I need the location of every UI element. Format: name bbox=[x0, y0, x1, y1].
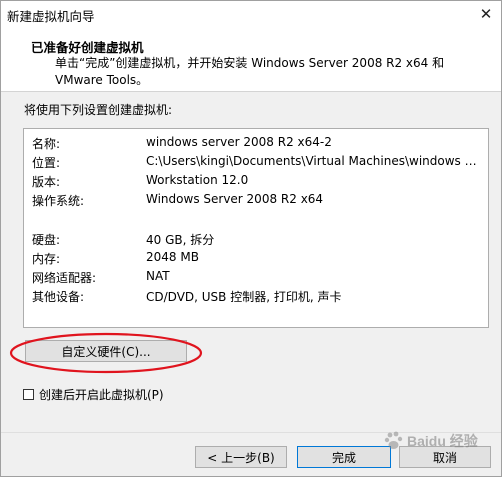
summary-key: 名称: bbox=[32, 137, 61, 151]
settings-prompt: 将使用下列设置创建虚拟机: bbox=[24, 103, 173, 117]
summary-value: NAT bbox=[146, 269, 170, 283]
power-on-checkbox-label: 创建后开启此虚拟机(P) bbox=[39, 387, 164, 402]
summary-row-disk: 硬盘: 40 GB, 拆分 bbox=[32, 231, 487, 249]
settings-summary-box: 名称: windows server 2008 R2 x64-2 位置: C:\… bbox=[23, 128, 489, 328]
title-bar: 新建虚拟机向导 ✕ bbox=[1, 1, 501, 27]
summary-key: 操作系统: bbox=[32, 194, 85, 208]
customize-hardware-button[interactable]: 自定义硬件(C)... bbox=[25, 340, 187, 362]
summary-key: 网络适配器: bbox=[32, 271, 97, 285]
header-title: 已准备好创建虚拟机 bbox=[31, 40, 144, 55]
summary-key: 其他设备: bbox=[32, 290, 85, 304]
summary-row-network: 网络适配器: NAT bbox=[32, 269, 487, 287]
cancel-button[interactable]: 取消 bbox=[399, 446, 491, 468]
summary-row-location: 位置: C:\Users\kingi\Documents\Virtual Mac… bbox=[32, 154, 487, 172]
summary-row-os: 操作系统: Windows Server 2008 R2 x64 bbox=[32, 192, 487, 210]
header-description: 单击“完成”创建虚拟机，并开始安装 Windows Server 2008 R2… bbox=[55, 56, 445, 87]
summary-row-other-devices: 其他设备: CD/DVD, USB 控制器, 打印机, 声卡 bbox=[32, 288, 487, 306]
summary-value: Windows Server 2008 R2 x64 bbox=[146, 192, 324, 206]
summary-row-version: 版本: Workstation 12.0 bbox=[32, 173, 487, 191]
summary-key: 硬盘: bbox=[32, 233, 61, 247]
summary-value: windows server 2008 R2 x64-2 bbox=[146, 135, 332, 149]
wizard-footer: < 上一步(B) 完成 取消 bbox=[1, 432, 501, 476]
back-button[interactable]: < 上一步(B) bbox=[195, 446, 287, 468]
summary-row-name: 名称: windows server 2008 R2 x64-2 bbox=[32, 135, 487, 153]
power-on-checkbox[interactable] bbox=[23, 388, 34, 400]
summary-value: Workstation 12.0 bbox=[146, 173, 249, 187]
power-on-checkbox-row[interactable]: 创建后开启此虚拟机(P) bbox=[23, 386, 164, 402]
summary-key: 位置: bbox=[32, 156, 61, 170]
summary-value: 2048 MB bbox=[146, 250, 199, 264]
close-icon[interactable]: ✕ bbox=[471, 1, 501, 27]
new-vm-wizard-window: 新建虚拟机向导 ✕ 已准备好创建虚拟机 单击“完成”创建虚拟机，并开始安装 Wi… bbox=[0, 0, 502, 477]
window-title: 新建虚拟机向导 bbox=[7, 9, 95, 24]
finish-button[interactable]: 完成 bbox=[297, 446, 391, 468]
wizard-body: 将使用下列设置创建虚拟机: 名称: windows server 2008 R2… bbox=[1, 92, 501, 432]
summary-value: CD/DVD, USB 控制器, 打印机, 声卡 bbox=[146, 290, 342, 304]
summary-value: C:\Users\kingi\Documents\Virtual Machine… bbox=[146, 154, 482, 168]
summary-value: 40 GB, 拆分 bbox=[146, 233, 215, 247]
summary-key: 内存: bbox=[32, 252, 61, 266]
summary-row-memory: 内存: 2048 MB bbox=[32, 250, 487, 268]
summary-key: 版本: bbox=[32, 175, 61, 189]
wizard-header: 已准备好创建虚拟机 单击“完成”创建虚拟机，并开始安装 Windows Serv… bbox=[1, 27, 501, 92]
